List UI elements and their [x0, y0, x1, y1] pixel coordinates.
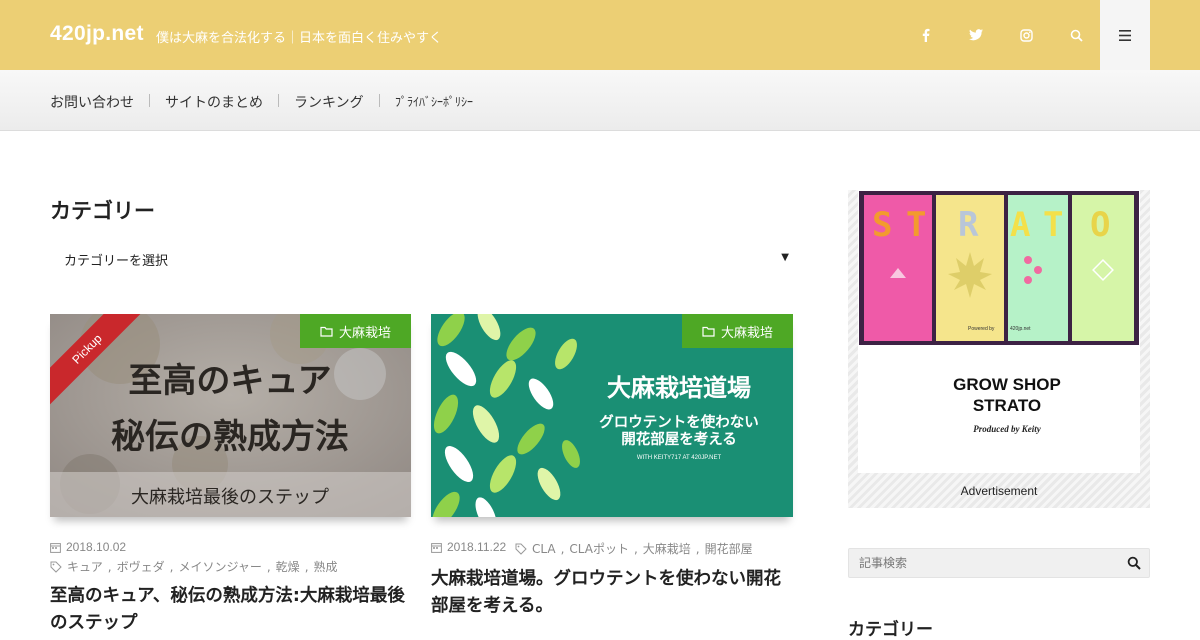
article-thumbnail-cure[interactable]: 至高のキュア 秘伝の熟成方法 大麻栽培最後のステップ Pickup 大麻栽培 [50, 314, 411, 517]
sidebar-category-heading: カテゴリー [848, 620, 933, 640]
tag-link[interactable]: 大麻栽培 [643, 540, 691, 557]
thumbnail-sub-line2: 開花部屋を考える [621, 430, 737, 448]
advertisement-label: Advertisement [960, 484, 1038, 498]
post-tags: CLA, CLAポット, 大麻栽培, 開花部屋 [515, 540, 753, 557]
dropdown-arrow-icon: ▼ [781, 252, 789, 263]
ad-panel-credit-1: Powered by [968, 326, 995, 332]
article-thumbnail-flowering-room[interactable]: 大麻栽培道場 グロウテントを使わない 開花部屋を考える WITH KEITY71… [431, 314, 793, 517]
post-date-value: 2018.10.02 [66, 540, 127, 554]
menu-icon [1119, 29, 1131, 41]
article-title[interactable]: 大麻栽培道場。グロウテントを使わない開花部屋を考える。 [431, 566, 793, 620]
search-icon [1127, 556, 1141, 570]
post-tags: キュア, ボヴェダ, メイソンジャー, 乾燥, 熟成 [50, 558, 338, 575]
ad-letter: T [906, 205, 926, 245]
thumbnail-caption: 大麻栽培最後のステップ [131, 487, 329, 508]
ad-letter: O [1090, 205, 1110, 245]
post-date: 2018.11.22 [431, 540, 506, 554]
tag-link[interactable]: CLAポット [569, 540, 629, 557]
tag-link[interactable]: 乾燥 [276, 558, 300, 575]
article-title[interactable]: 至高のキュア、秘伝の熟成方法:大麻栽培最後のステップ [50, 583, 411, 637]
post-date: 2018.10.02 [50, 540, 126, 554]
nav-item-contact[interactable]: お問い合わせ [50, 92, 134, 112]
strato-ad-image: S T R A T O Powered by 420jp.net GROW SH… [859, 191, 1139, 434]
category-select[interactable]: カテゴリーを選択 ▼ [50, 240, 795, 278]
category-badge-label: 大麻栽培 [338, 325, 391, 341]
menu-button[interactable] [1100, 0, 1150, 70]
nav-divider [149, 94, 150, 107]
nav-item-ranking[interactable]: ランキング [294, 92, 364, 112]
folder-icon [320, 326, 333, 337]
tag-link[interactable]: メイソンジャー [178, 558, 261, 575]
search-form [848, 548, 1150, 578]
post-date-value: 2018.11.22 [447, 540, 507, 554]
ad-letter: R [958, 205, 979, 245]
nav-divider [379, 94, 380, 107]
advertisement-widget: S T R A T O Powered by 420jp.net GROW SH… [848, 190, 1150, 508]
tag-icon [50, 561, 62, 573]
ad-shop-line1: GROW SHOP [953, 375, 1061, 394]
thumbnail-title: 大麻栽培道場 [607, 373, 751, 402]
nav-divider [278, 94, 279, 107]
thumbnail-title-line2: 秘伝の熟成方法 [111, 417, 349, 457]
search-submit-button[interactable] [1127, 555, 1143, 571]
category-badge[interactable]: 大麻栽培 [681, 314, 793, 348]
tag-link[interactable]: ボヴェダ [117, 558, 165, 575]
site-logo[interactable]: 420jp.net [50, 22, 144, 46]
global-nav: お問い合わせ サイトのまとめ ランキング ﾌﾟﾗｲﾊﾞｼｰﾎﾟﾘｼｰ [0, 70, 1200, 131]
search-icon[interactable] [1066, 25, 1086, 45]
ad-produced-by: Produced by Keity [973, 424, 1041, 434]
twitter-icon[interactable] [966, 25, 986, 45]
tag-link[interactable]: キュア [67, 558, 103, 575]
category-badge[interactable]: 大麻栽培 [299, 314, 411, 348]
thumbnail-credit: WITH KEITY717 AT 420JP.NET [637, 455, 722, 461]
category-select-value: カテゴリーを選択 [64, 253, 169, 269]
tag-link[interactable]: 開花部屋 [705, 540, 753, 557]
calendar-icon [431, 542, 442, 553]
ad-letter: A [1010, 205, 1030, 245]
tag-link[interactable]: 熟成 [314, 558, 338, 575]
ad-letter: S [872, 205, 892, 245]
instagram-icon[interactable] [1016, 25, 1036, 45]
ad-shop-line2: STRATO [973, 396, 1041, 415]
search-input[interactable] [849, 549, 1119, 577]
tag-link[interactable]: CLA [532, 542, 556, 556]
site-header: 420jp.net 僕は大麻を合法化する｜日本を面白く住みやすく [0, 0, 1200, 70]
thumbnail-title-line1: 至高のキュア [128, 361, 331, 401]
tag-icon [515, 543, 527, 555]
strato-ad-banner[interactable]: S T R A T O Powered by 420jp.net GROW SH… [858, 190, 1140, 473]
folder-icon [702, 326, 715, 337]
ad-panel-credit-2: 420jp.net [1010, 326, 1031, 332]
calendar-icon [50, 542, 61, 553]
thumbnail-sub-line1: グロウテントを使わない [599, 413, 759, 431]
category-badge-label: 大麻栽培 [720, 325, 773, 341]
site-tagline: 僕は大麻を合法化する｜日本を面白く住みやすく [156, 31, 443, 46]
facebook-icon[interactable] [916, 25, 936, 45]
nav-item-privacy[interactable]: ﾌﾟﾗｲﾊﾞｼｰﾎﾟﾘｼｰ [395, 93, 473, 110]
ad-letter: T [1043, 205, 1063, 245]
category-heading: カテゴリー [50, 199, 155, 223]
nav-item-summary[interactable]: サイトのまとめ [165, 92, 263, 112]
